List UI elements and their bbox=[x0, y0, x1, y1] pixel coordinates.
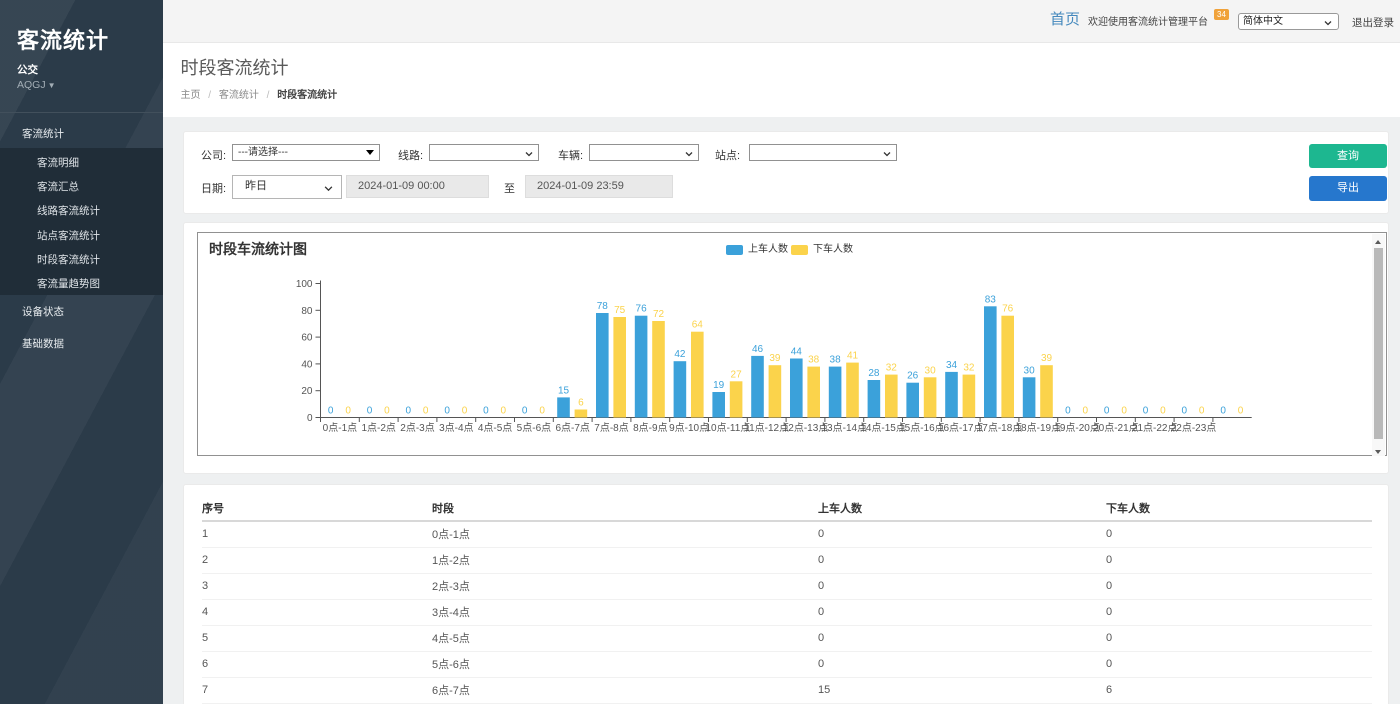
svg-text:39: 39 bbox=[769, 353, 781, 364]
svg-text:40: 40 bbox=[301, 359, 313, 370]
svg-text:6点-7点: 6点-7点 bbox=[555, 422, 589, 434]
svg-text:32: 32 bbox=[963, 363, 975, 374]
svg-text:100: 100 bbox=[296, 279, 313, 290]
svg-text:0: 0 bbox=[1065, 406, 1071, 417]
svg-text:41: 41 bbox=[847, 351, 859, 362]
svg-text:42: 42 bbox=[674, 349, 686, 360]
svg-text:44: 44 bbox=[791, 347, 803, 358]
svg-text:30: 30 bbox=[925, 365, 937, 376]
svg-text:0: 0 bbox=[1160, 406, 1166, 417]
svg-text:9点-10点: 9点-10点 bbox=[669, 422, 709, 434]
svg-text:1点-2点: 1点-2点 bbox=[361, 422, 395, 434]
svg-text:0点-1点: 0点-1点 bbox=[323, 422, 357, 434]
svg-text:72: 72 bbox=[653, 309, 665, 320]
svg-text:2点-3点: 2点-3点 bbox=[400, 422, 434, 434]
svg-text:0: 0 bbox=[1220, 406, 1226, 417]
svg-text:0: 0 bbox=[1182, 406, 1188, 417]
svg-text:19: 19 bbox=[713, 380, 725, 391]
svg-text:0: 0 bbox=[1199, 406, 1205, 417]
svg-text:15: 15 bbox=[558, 385, 570, 396]
svg-text:38: 38 bbox=[830, 355, 842, 366]
svg-text:7点-8点: 7点-8点 bbox=[594, 422, 628, 434]
svg-text:0: 0 bbox=[384, 406, 390, 417]
svg-text:0: 0 bbox=[367, 406, 373, 417]
svg-text:0: 0 bbox=[522, 406, 528, 417]
svg-text:5点-6点: 5点-6点 bbox=[517, 422, 551, 434]
svg-text:46: 46 bbox=[752, 344, 764, 355]
svg-text:0: 0 bbox=[444, 406, 450, 417]
svg-text:0: 0 bbox=[1238, 406, 1244, 417]
svg-text:32: 32 bbox=[886, 363, 898, 374]
svg-text:0: 0 bbox=[462, 406, 468, 417]
svg-text:0: 0 bbox=[483, 406, 489, 417]
svg-text:0: 0 bbox=[328, 406, 334, 417]
svg-text:30: 30 bbox=[1024, 365, 1036, 376]
svg-text:0: 0 bbox=[501, 406, 507, 417]
svg-text:0: 0 bbox=[345, 406, 351, 417]
svg-text:76: 76 bbox=[1002, 304, 1014, 315]
svg-text:8点-9点: 8点-9点 bbox=[633, 422, 667, 434]
svg-text:20: 20 bbox=[301, 386, 313, 397]
svg-text:78: 78 bbox=[597, 301, 609, 312]
svg-text:26: 26 bbox=[907, 371, 919, 382]
svg-text:0: 0 bbox=[1143, 406, 1149, 417]
svg-text:76: 76 bbox=[636, 304, 648, 315]
svg-text:6: 6 bbox=[578, 398, 584, 409]
svg-text:28: 28 bbox=[868, 368, 880, 379]
svg-text:4点-5点: 4点-5点 bbox=[478, 422, 512, 434]
svg-text:60: 60 bbox=[301, 333, 313, 344]
svg-text:0: 0 bbox=[423, 406, 429, 417]
svg-text:27: 27 bbox=[731, 369, 743, 380]
svg-text:0: 0 bbox=[307, 413, 313, 424]
svg-text:80: 80 bbox=[301, 306, 313, 317]
svg-text:39: 39 bbox=[1041, 353, 1053, 364]
svg-text:0: 0 bbox=[539, 406, 545, 417]
svg-text:38: 38 bbox=[808, 355, 820, 366]
svg-text:0: 0 bbox=[1121, 406, 1127, 417]
svg-text:0: 0 bbox=[1083, 406, 1089, 417]
svg-text:75: 75 bbox=[614, 305, 626, 316]
svg-text:0: 0 bbox=[1104, 406, 1110, 417]
svg-text:83: 83 bbox=[985, 294, 997, 305]
svg-text:64: 64 bbox=[692, 320, 704, 331]
svg-text:34: 34 bbox=[946, 360, 958, 371]
svg-text:0: 0 bbox=[406, 406, 412, 417]
svg-text:3点-4点: 3点-4点 bbox=[439, 422, 473, 434]
svg-text:22点-23点: 22点-23点 bbox=[1171, 422, 1217, 434]
